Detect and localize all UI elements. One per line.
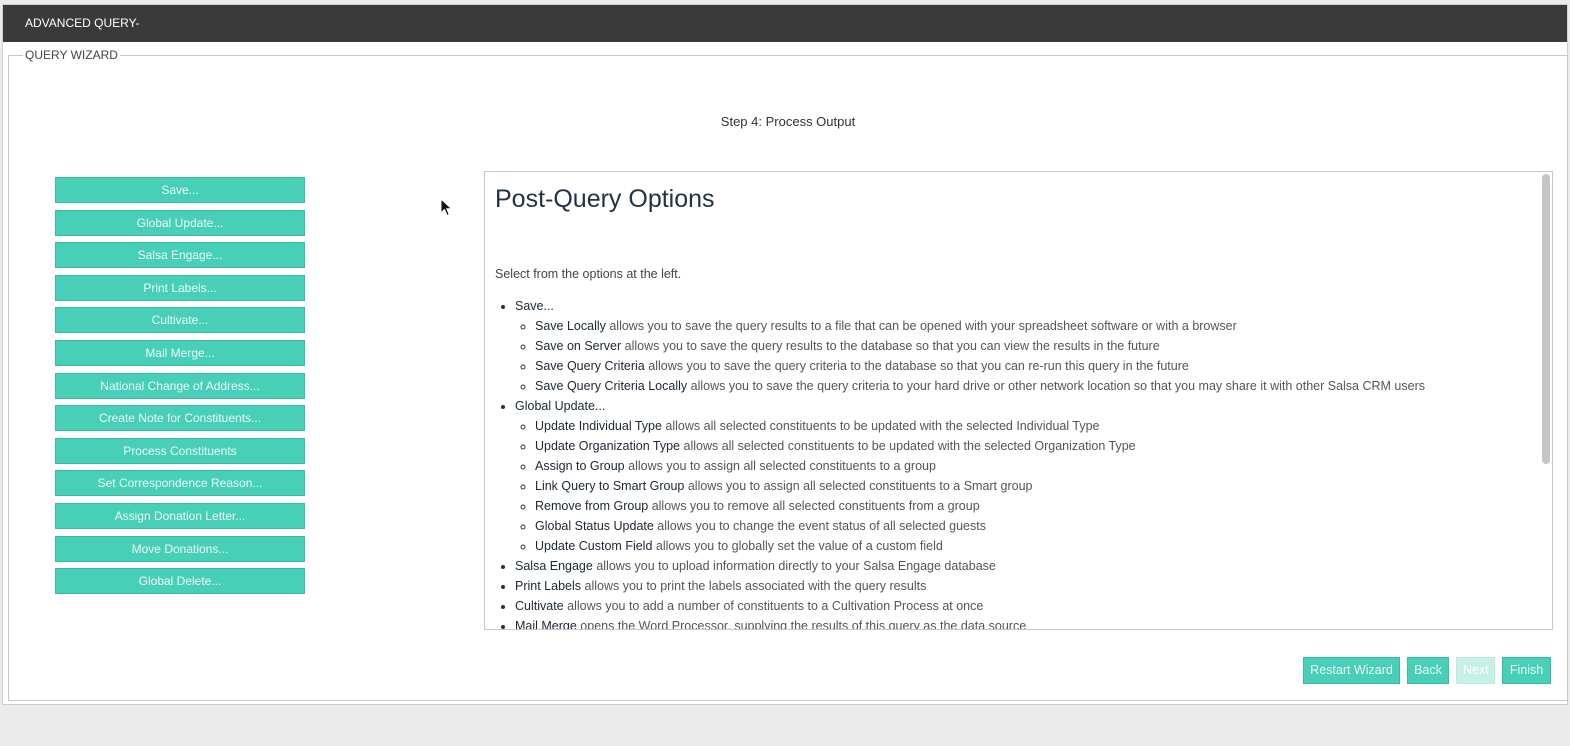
window-title: ADVANCED QUERY- (3, 5, 1567, 42)
assign-donation-letter-button[interactable]: Assign Donation Letter... (55, 502, 305, 529)
create-note-button[interactable]: Create Note for Constituents... (55, 405, 305, 432)
finish-button[interactable]: Finish (1502, 657, 1551, 684)
print-labels-button[interactable]: Print Labels... (55, 274, 305, 301)
list-item: Global Status Update allows you to chang… (535, 516, 1536, 536)
step-title: Step 4: Process Output (720, 114, 856, 129)
section-label: Save... (515, 299, 554, 313)
option-term: Remove from Group (535, 499, 649, 513)
option-term: Save on Server (535, 339, 622, 353)
option-desc: allows you to assign all selected consti… (624, 459, 936, 473)
list-item: Save on Server allows you to save the qu… (535, 336, 1536, 356)
option-term: Global Status Update (535, 519, 654, 533)
list-item: Mail Merge opens the Word Processor, sup… (515, 616, 1536, 630)
option-term: Link Query to Smart Group (535, 479, 685, 493)
option-term: Print Labels (515, 579, 582, 593)
list-item: Update Individual Type allows all select… (535, 416, 1536, 436)
option-desc: allows you to globally set the value of … (652, 539, 943, 553)
list-item: Cultivate allows you to add a number of … (515, 596, 1536, 616)
move-donations-button[interactable]: Move Donations... (55, 535, 305, 562)
options-help-list: Save... Save Locally allows you to save … (495, 296, 1536, 630)
option-desc: opens the Word Processor, supplying the … (576, 619, 1027, 630)
option-desc: allows you to upload information directl… (592, 559, 996, 573)
option-desc: allows you to save the query criteria to… (687, 379, 1425, 393)
panel-intro: Select from the options at the left. (495, 267, 682, 281)
salsa-engage-button[interactable]: Salsa Engage... (55, 242, 305, 269)
panel-heading: Post-Query Options (495, 185, 715, 213)
process-constituents-button[interactable]: Process Constituents (55, 437, 305, 464)
list-item: Salsa Engage allows you to upload inform… (515, 556, 1536, 576)
global-update-button[interactable]: Global Update... (55, 209, 305, 236)
option-term: Save Query Criteria Locally (535, 379, 688, 393)
option-term: Update Custom Field (535, 539, 653, 553)
global-delete-button[interactable]: Global Delete... (55, 568, 305, 595)
query-window: ADVANCED QUERY- QUERY WIZARD Step 4: Pro… (2, 4, 1568, 705)
option-desc: allows you to assign all selected consti… (684, 479, 1033, 493)
query-wizard-fieldset: QUERY WIZARD Step 4: Process Output Save… (8, 48, 1568, 701)
option-desc: allows you to print the labels associate… (581, 579, 927, 593)
list-item: Save Query Criteria Locally allows you t… (535, 376, 1536, 396)
list-item: Assign to Group allows you to assign all… (535, 456, 1536, 476)
national-change-of-address-button[interactable]: National Change of Address... (55, 372, 305, 399)
option-term: Mail Merge (515, 619, 577, 630)
option-term: Salsa Engage (515, 559, 593, 573)
list-item: Save Query Criteria allows you to save t… (535, 356, 1536, 376)
next-button[interactable]: Next (1456, 657, 1495, 684)
option-desc: allows you to save the query criteria to… (644, 359, 1189, 373)
option-button-list: Save... Global Update... Salsa Engage...… (55, 177, 305, 601)
list-item: Link Query to Smart Group allows you to … (535, 476, 1536, 496)
mail-merge-button[interactable]: Mail Merge... (55, 339, 305, 366)
option-desc: allows you to add a number of constituen… (563, 599, 984, 613)
option-term: Save Query Criteria (535, 359, 645, 373)
option-term: Assign to Group (535, 459, 625, 473)
mouse-cursor-icon (440, 198, 453, 217)
option-desc: allows you to save the query results to … (621, 339, 1160, 353)
back-button[interactable]: Back (1407, 657, 1449, 684)
option-term: Update Individual Type (535, 419, 662, 433)
option-desc: allows you to remove all selected consti… (648, 499, 980, 513)
option-desc: allows you to change the event status of… (653, 519, 986, 533)
cultivate-button[interactable]: Cultivate... (55, 307, 305, 334)
list-item: Remove from Group allows you to remove a… (535, 496, 1536, 516)
option-desc: allows all selected constituents to be u… (661, 419, 1100, 433)
post-query-options-panel[interactable]: Post-Query Options Select from the optio… (484, 171, 1553, 630)
set-correspondence-reason-button[interactable]: Set Correspondence Reason... (55, 470, 305, 497)
list-item: Save Locally allows you to save the quer… (535, 316, 1536, 336)
list-item: Update Custom Field allows you to global… (535, 536, 1536, 556)
option-desc: allows you to save the query results to … (605, 319, 1237, 333)
option-term: Update Organization Type (535, 439, 681, 453)
restart-wizard-button[interactable]: Restart Wizard (1303, 657, 1400, 684)
list-item: Print Labels allows you to print the lab… (515, 576, 1536, 596)
list-item: Save... Save Locally allows you to save … (515, 296, 1536, 396)
list-item: Global Update... Update Individual Type … (515, 396, 1536, 556)
save-button[interactable]: Save... (55, 177, 305, 203)
panel-scrollbar[interactable] (1542, 174, 1550, 464)
section-label: Global Update... (515, 399, 606, 413)
option-term: Save Locally (535, 319, 606, 333)
list-item: Update Organization Type allows all sele… (535, 436, 1536, 456)
option-desc: allows all selected constituents to be u… (680, 439, 1136, 453)
option-term: Cultivate (515, 599, 564, 613)
wizard-legend: QUERY WIZARD (23, 48, 120, 63)
